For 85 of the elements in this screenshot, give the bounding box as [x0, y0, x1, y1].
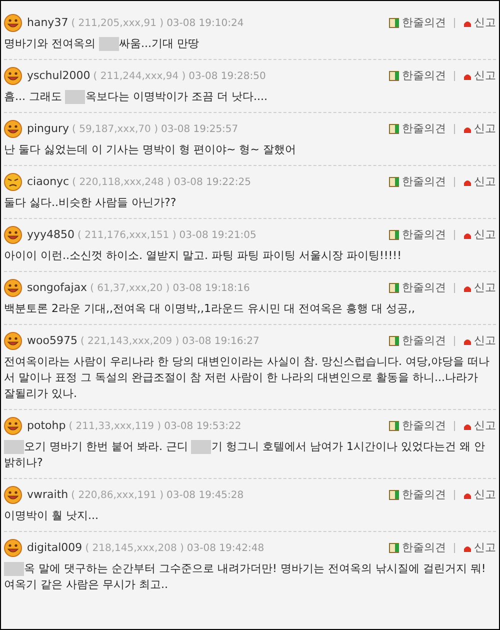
comment-text: 이명박이 훨 낫지... — [4, 508, 100, 524]
timestamp: 03-08 19:25:57 — [161, 122, 238, 136]
username[interactable]: woo5975 — [27, 332, 78, 350]
ip-address: ( 211,205,xxx,91 ) — [71, 16, 164, 30]
report-button[interactable]: 신고 — [474, 226, 496, 244]
ip-address: ( 211,33,xxx,119 ) — [68, 420, 162, 434]
report-button[interactable]: 신고 — [474, 280, 496, 296]
timestamp: 03-08 19:21:05 — [179, 228, 256, 242]
report-button[interactable]: 신고 — [474, 332, 496, 350]
report-button[interactable]: 신고 — [474, 14, 496, 32]
ip-address: ( 59,187,xxx,70 ) — [72, 122, 158, 136]
reply-button[interactable]: 한줄의견 — [402, 120, 446, 138]
memo-icon — [389, 336, 400, 346]
username[interactable]: hany37 — [27, 14, 68, 32]
timestamp: 03-08 19:22:25 — [174, 176, 251, 190]
redaction-mask — [4, 440, 24, 454]
username[interactable]: pingury — [27, 120, 69, 138]
ip-address: ( 220,118,xxx,248 ) — [72, 176, 171, 190]
username[interactable]: ciaonyc — [27, 174, 70, 190]
memo-icon — [389, 543, 400, 553]
report-button[interactable]: 신고 — [474, 486, 496, 504]
username[interactable]: yschul2000 — [27, 68, 90, 84]
ip-address: ( 211,244,xxx,94 ) — [93, 70, 186, 84]
report-button[interactable]: 신고 — [474, 540, 496, 556]
alarm-icon — [463, 178, 472, 186]
memo-icon — [389, 124, 400, 134]
reply-button[interactable]: 한줄의견 — [402, 332, 446, 350]
alarm-icon — [463, 490, 472, 500]
timestamp: 03-08 19:18:16 — [172, 282, 250, 296]
reply-button[interactable]: 한줄의견 — [402, 68, 446, 84]
alarm-icon — [463, 124, 472, 134]
report-button[interactable]: 신고 — [474, 68, 496, 84]
ip-address: ( 220,86,xxx,191 ) — [71, 488, 164, 502]
memo-icon — [389, 177, 400, 187]
alarm-icon — [463, 72, 472, 80]
memo-icon — [389, 490, 400, 500]
timestamp: 03-08 19:42:48 — [186, 542, 264, 556]
comment-text: 난 둘다 싫었는데 이 기사는 명박이 형 편이야~ 형~ 잘했어 — [4, 142, 297, 158]
alarm-icon — [463, 284, 472, 292]
username[interactable]: digital009 — [27, 540, 82, 556]
ip-address: ( 221,143,xxx,209 ) — [80, 334, 180, 348]
report-button[interactable]: 신고 — [474, 418, 496, 434]
ip-address: ( 61,37,xxx,20 ) — [90, 282, 170, 296]
comment-text: 둘다 싫다..비슷한 사람들 아닌가?? — [4, 195, 178, 211]
redaction-mask — [4, 562, 24, 576]
username[interactable]: yyy4850 — [27, 226, 75, 244]
redaction-mask — [99, 36, 119, 51]
report-button[interactable]: 신고 — [474, 174, 496, 190]
reply-button[interactable]: 한줄의견 — [402, 226, 446, 244]
report-button[interactable]: 신고 — [474, 120, 496, 138]
comment-text: 아이이 이런..소신껏 하이소. 열받지 말고. 파팅 파팅 파이팅 서울시장 파이팅!!!!! — [4, 248, 403, 264]
reply-button[interactable]: 한줄의견 — [402, 486, 446, 504]
redaction-mask — [191, 440, 212, 454]
username[interactable]: songofajax — [27, 280, 88, 296]
timestamp: 03-08 19:28:50 — [188, 70, 266, 84]
comment-text: 백분토론 2라운 기대,,전여옥 대 이명박,,1라운드 유시민 대 전여옥은 흥행 대 성공,, — [4, 301, 416, 317]
username[interactable]: potohp — [27, 418, 66, 434]
comment-text: 전여옥이라는 사람이 우리나라 한 당의 대변인이라는 사실이 참. 망신스럽습니다. 여당,야당을 떠나서 말이나 표정 그 독설의 완급조절이 참 저런 사람이 한 나라의 대변인으로 활동을 하니...나라가 잘될리가 있나. — [4, 354, 490, 402]
timestamp: 03-08 19:45:28 — [166, 488, 244, 502]
alarm-icon — [463, 422, 472, 430]
memo-icon — [389, 230, 400, 240]
ip-address: ( 211,176,xxx,151 ) — [78, 228, 176, 242]
reply-button[interactable]: 한줄의견 — [402, 540, 446, 556]
comment-text: 명바기와 전여옥의 싸움...기대 만땅 — [4, 36, 200, 52]
redaction-mask — [65, 90, 86, 104]
username[interactable]: vwraith — [27, 486, 68, 504]
comment-text: 옥 말에 댓구하는 순간부터 그수준으로 내려가더만! 명바기는 전여옥의 낚시질에 걸린거지 뭐! 여옥기 같은 사람은 무시가 최고.. — [4, 561, 487, 593]
memo-icon — [389, 283, 400, 293]
reply-button[interactable]: 한줄의견 — [402, 418, 446, 434]
ip-address: ( 218,145,xxx,208 ) — [85, 542, 184, 556]
timestamp: 03-08 19:10:24 — [166, 16, 244, 30]
alarm-icon — [463, 230, 472, 240]
comment-text: 오기 명바기 한번 붙어 봐라. 근디 기 헝그니 호텔에서 남여가 1시간이나 있었다는건 왜 안밝히나? — [4, 439, 486, 471]
timestamp: 03-08 19:16:27 — [182, 334, 260, 348]
memo-icon — [389, 18, 400, 28]
alarm-icon — [463, 18, 472, 28]
timestamp: 03-08 19:53:22 — [164, 420, 242, 434]
alarm-icon — [463, 544, 472, 552]
memo-icon — [389, 421, 400, 431]
memo-icon — [389, 71, 400, 81]
reply-button[interactable]: 한줄의견 — [402, 280, 446, 296]
reply-button[interactable]: 한줄의견 — [402, 14, 446, 32]
alarm-icon — [463, 336, 472, 346]
comment-text: 흠... 그래도 옥보다는 이명박이가 조끔 더 낫다.... — [4, 89, 268, 105]
reply-button[interactable]: 한줄의견 — [402, 174, 446, 190]
